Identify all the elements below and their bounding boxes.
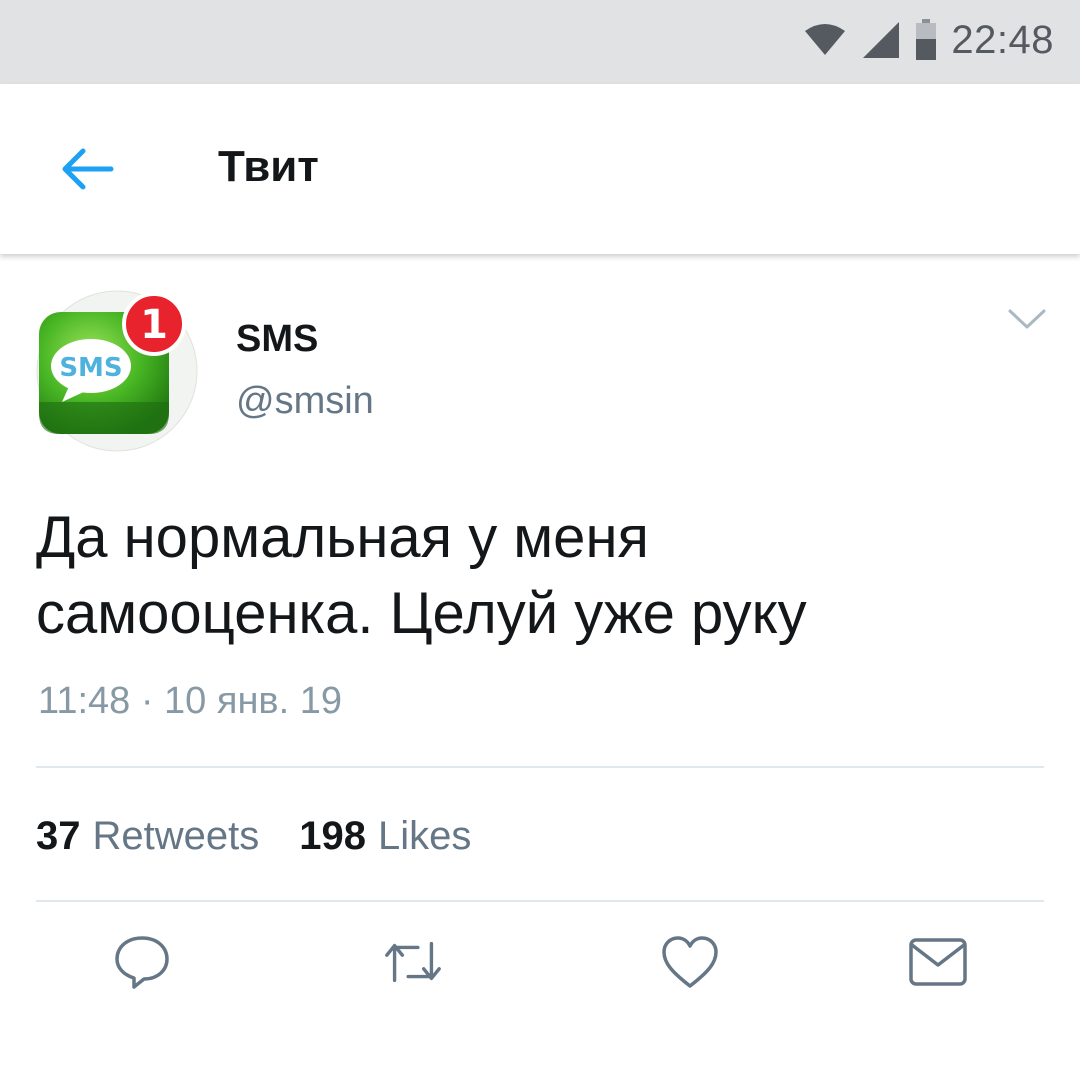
arrow-left-icon xyxy=(62,148,114,190)
back-button[interactable] xyxy=(52,134,122,204)
chevron-down-icon xyxy=(1008,309,1046,329)
divider xyxy=(36,900,1044,902)
author-handle[interactable]: @smsin xyxy=(236,380,374,423)
app-bar: Твит xyxy=(0,84,1080,254)
page-title: Твит xyxy=(218,142,319,191)
signal-icon xyxy=(863,22,900,58)
reply-icon xyxy=(115,936,169,989)
svg-text:1: 1 xyxy=(140,302,168,348)
like-icon xyxy=(662,936,718,988)
likes-stat[interactable]: 198 Likes xyxy=(299,814,471,859)
status-time: 22:48 xyxy=(951,17,1054,62)
message-icon xyxy=(909,938,967,986)
retweets-label: Retweets xyxy=(92,814,260,858)
retweet-icon xyxy=(385,941,441,983)
tweet-timestamp: 11:48 · 10 янв. 19 xyxy=(38,680,342,722)
tweet-text-line: самооценка. Целуй уже руку xyxy=(36,581,807,646)
tweet-stats: 37 Retweets 198 Likes xyxy=(36,814,471,859)
retweets-count: 37 xyxy=(36,814,81,858)
likes-count: 198 xyxy=(299,814,366,858)
svg-text:SMS: SMS xyxy=(59,353,122,383)
divider xyxy=(36,766,1044,768)
message-button[interactable] xyxy=(906,930,970,994)
tweet-text: Да нормальная у меня самооценка. Целуй у… xyxy=(36,500,1036,652)
status-icons: 22:48 xyxy=(803,10,1054,70)
sms-app-icon: SMS 1 xyxy=(36,290,198,452)
likes-label: Likes xyxy=(378,814,472,858)
battery-icon xyxy=(916,19,937,60)
retweet-button[interactable] xyxy=(381,930,445,994)
retweets-stat[interactable]: 37 Retweets xyxy=(36,814,259,859)
tweet-text-line: Да нормальная у меня xyxy=(36,505,649,570)
status-bar: 22:48 xyxy=(0,0,1080,84)
wifi-icon xyxy=(805,24,846,55)
avatar[interactable]: SMS 1 xyxy=(36,290,198,452)
reply-button[interactable] xyxy=(110,930,174,994)
tweet-menu-button[interactable] xyxy=(1002,300,1052,340)
like-button[interactable] xyxy=(658,930,722,994)
author-name[interactable]: SMS xyxy=(236,318,318,361)
